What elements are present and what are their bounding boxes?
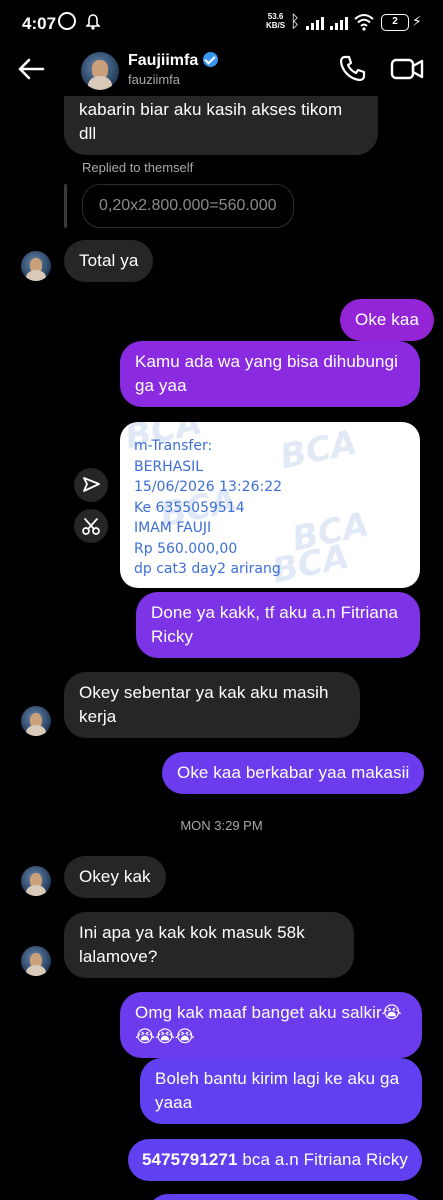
message-incoming[interactable]: Total ya bbox=[64, 240, 154, 282]
contact-name[interactable]: Faujiimfa bbox=[128, 52, 219, 70]
battery-icon: 2 bbox=[381, 14, 409, 31]
reply-quote[interactable]: 0,20x2.800.000=560.000 bbox=[82, 184, 294, 228]
message-outgoing[interactable]: Kamu ada wa yang bisa dihubungi ga yaa bbox=[120, 341, 420, 407]
notification-icon bbox=[86, 14, 100, 30]
message-outgoing[interactable]: Done ya kakk, tf aku a.n Fitriana Ricky bbox=[136, 592, 420, 658]
bluetooth-icon: ᛒ bbox=[290, 12, 301, 31]
avatar[interactable] bbox=[21, 946, 51, 976]
chat-header: Faujiimfa fauziimfa bbox=[0, 46, 443, 96]
contact-handle: fauziimfa bbox=[128, 72, 181, 87]
message-incoming[interactable]: Okey sebentar ya kak aku masih kerja bbox=[64, 672, 360, 738]
net-speed-value: 53.6 bbox=[267, 12, 284, 21]
status-bar: 4:07 53.6 KB/S ᛒ 2 ⚡ bbox=[0, 0, 443, 46]
bca-watermark: BCA bbox=[276, 422, 361, 478]
scissors-icon bbox=[82, 518, 100, 535]
timestamp: MON 3:29 PM bbox=[180, 818, 263, 833]
status-time: 4:07 bbox=[22, 14, 57, 33]
message-incoming[interactable]: kabarin biar aku kasih akses tikom dll bbox=[64, 96, 378, 155]
reply-bar bbox=[64, 184, 67, 228]
verified-icon bbox=[203, 52, 219, 67]
signal-icon bbox=[306, 16, 324, 30]
transfer-details: m-Transfer: BERHASIL 15/06/2026 13:26:22… bbox=[134, 438, 283, 577]
account-number: 5475791271 bbox=[142, 1150, 238, 1169]
phone-icon[interactable] bbox=[338, 54, 368, 84]
message-list[interactable]: kabarin biar aku kasih akses tikom dll R… bbox=[0, 96, 443, 1200]
net-speed: 53.6 KB/S bbox=[266, 12, 285, 30]
message-outgoing[interactable]: Boleh bantu kirim lagi ke aku ga yaaa bbox=[140, 1058, 422, 1124]
message-outgoing[interactable]: Omg kak maaf banget aku salkir😭 😭😭😭 bbox=[120, 992, 422, 1058]
message-outgoing[interactable] bbox=[148, 1194, 424, 1200]
message-incoming[interactable]: Ini apa ya kak kok masuk 58k lalamove? bbox=[64, 912, 354, 978]
reply-sticker-button[interactable] bbox=[74, 509, 108, 543]
message-incoming[interactable]: Okey kak bbox=[64, 856, 166, 898]
whatsapp-icon bbox=[58, 12, 76, 30]
message-outgoing[interactable]: Oke kaa bbox=[340, 299, 435, 341]
charging-icon: ⚡ bbox=[412, 13, 422, 29]
reply-label: Replied to themself bbox=[82, 160, 194, 175]
transfer-receipt-image[interactable]: BCA BCA BCA BCA BCA m-Transfer: BERHASIL… bbox=[120, 422, 420, 588]
forward-button[interactable] bbox=[74, 468, 108, 502]
send-icon bbox=[83, 477, 100, 492]
avatar[interactable] bbox=[21, 251, 51, 281]
video-camera-icon[interactable] bbox=[390, 54, 424, 84]
message-outgoing[interactable]: 5475791271 bca a.n Fitriana Ricky bbox=[128, 1139, 423, 1181]
arrow-left-icon[interactable] bbox=[16, 54, 46, 84]
net-speed-unit: KB/S bbox=[266, 21, 286, 30]
contact-name-text: Faujiimfa bbox=[128, 52, 199, 69]
message-text: bca a.n Fitriana Ricky bbox=[237, 1150, 409, 1169]
avatar[interactable] bbox=[21, 866, 51, 896]
avatar[interactable] bbox=[81, 52, 119, 90]
wifi-icon bbox=[354, 14, 374, 31]
signal-icon bbox=[330, 16, 348, 30]
avatar[interactable] bbox=[21, 706, 51, 736]
message-outgoing[interactable]: Oke kaa berkabar yaa makasii bbox=[162, 752, 425, 794]
